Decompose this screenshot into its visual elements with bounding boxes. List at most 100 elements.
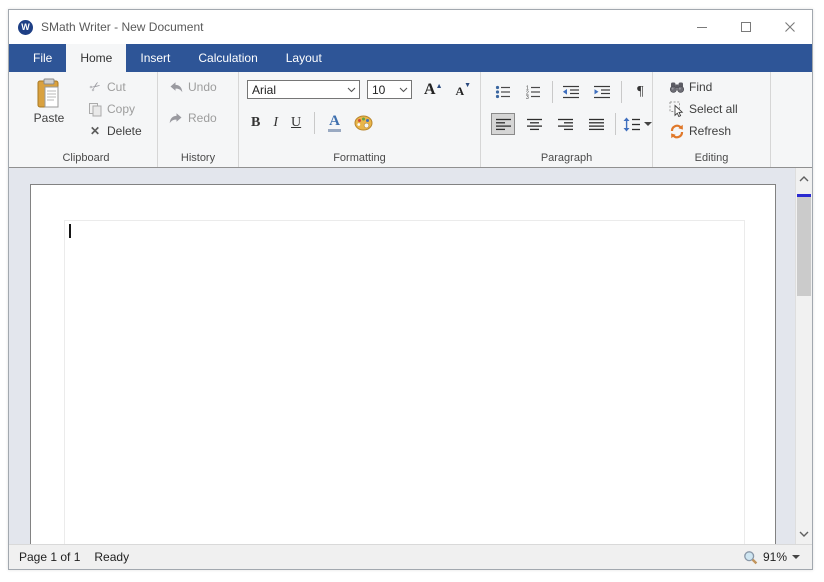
pilcrow-icon: ¶	[637, 84, 643, 100]
font-size-select[interactable]: 10	[367, 80, 412, 99]
maximize-button[interactable]	[724, 10, 768, 44]
font-family-value: Arial	[252, 83, 347, 97]
app-window: W SMath Writer - New Document File Home …	[8, 9, 813, 570]
undo-button[interactable]: Undo	[168, 79, 217, 95]
window-title: SMath Writer - New Document	[41, 20, 204, 34]
history-group-label: History	[158, 150, 238, 167]
cut-icon: ✂	[87, 79, 103, 95]
maximize-icon	[740, 21, 752, 33]
close-icon	[784, 21, 796, 33]
font-color-button[interactable]: A	[328, 114, 341, 132]
redo-button[interactable]: Redo	[168, 110, 217, 126]
font-family-select[interactable]: Arial	[247, 80, 360, 99]
svg-text:3: 3	[526, 95, 529, 99]
shrink-font-button[interactable]: A ▼	[456, 82, 472, 97]
zoom-value: 91%	[763, 550, 787, 564]
tab-insert[interactable]: Insert	[126, 44, 184, 72]
align-center-button[interactable]	[522, 113, 546, 135]
vertical-scrollbar[interactable]	[795, 168, 812, 544]
italic-button[interactable]: I	[273, 115, 278, 131]
numbered-list-icon: 123	[525, 85, 541, 99]
bold-button[interactable]: B	[251, 115, 260, 131]
copy-icon	[87, 101, 103, 117]
document-area	[9, 168, 812, 544]
find-button[interactable]: Find	[669, 79, 738, 95]
refresh-label: Refresh	[689, 124, 731, 138]
ribbon-tab-bar: File Home Insert Calculation Layout	[9, 44, 812, 72]
delete-icon: ✕	[87, 123, 103, 139]
delete-button[interactable]: ✕ Delete	[87, 123, 142, 139]
group-clipboard: Paste ✂ Cut Copy ✕ Delete	[15, 72, 158, 167]
tab-layout[interactable]: Layout	[272, 44, 336, 72]
decrease-indent-button[interactable]	[560, 81, 583, 103]
paragraph-group-label: Paragraph	[481, 150, 652, 167]
minimize-icon	[696, 21, 708, 33]
align-right-icon	[557, 118, 574, 131]
paste-button[interactable]: Paste	[25, 78, 73, 150]
redo-icon	[168, 110, 184, 126]
shrink-font-icon: A	[456, 85, 465, 97]
window-controls	[680, 10, 812, 44]
zoom-control[interactable]: 91%	[743, 550, 800, 565]
title-bar: W SMath Writer - New Document	[9, 10, 812, 44]
refresh-button[interactable]: Refresh	[669, 123, 738, 139]
group-paragraph: 123	[481, 72, 653, 167]
refresh-icon	[669, 123, 685, 139]
decrease-indent-icon	[562, 85, 580, 99]
underline-button[interactable]: U	[291, 115, 301, 131]
justify-button[interactable]	[584, 113, 608, 135]
align-right-button[interactable]	[553, 113, 577, 135]
chevron-up-icon	[799, 176, 809, 182]
document-page[interactable]	[30, 184, 776, 544]
line-spacing-button[interactable]	[623, 117, 652, 132]
numbered-list-button[interactable]: 123	[521, 81, 544, 103]
status-bar: Page 1 of 1 Ready 91%	[9, 544, 812, 569]
editing-group-label: Editing	[653, 150, 770, 167]
undo-icon	[168, 79, 184, 95]
copy-label: Copy	[107, 102, 135, 116]
bullet-list-button[interactable]	[491, 81, 514, 103]
palette-icon	[354, 115, 373, 131]
bullet-list-icon	[495, 85, 511, 99]
group-editing: Find Select all	[653, 72, 771, 167]
separator	[314, 112, 315, 134]
zoom-dropdown-caret[interactable]	[792, 555, 800, 559]
undo-label: Undo	[188, 80, 217, 94]
magnifier-icon	[743, 550, 758, 565]
scroll-down-button[interactable]	[796, 525, 812, 542]
minimize-button[interactable]	[680, 10, 724, 44]
tab-home[interactable]: Home	[66, 44, 126, 72]
close-button[interactable]	[768, 10, 812, 44]
tab-file[interactable]: File	[19, 44, 66, 72]
cut-button[interactable]: ✂ Cut	[87, 79, 142, 95]
select-all-button[interactable]: Select all	[669, 101, 738, 117]
copy-button[interactable]: Copy	[87, 101, 142, 117]
ribbon: Paste ✂ Cut Copy ✕ Delete	[9, 72, 812, 168]
highlight-palette-button[interactable]	[354, 115, 373, 131]
select-all-label: Select all	[689, 102, 738, 116]
increase-indent-icon	[593, 85, 611, 99]
grow-font-icon: A	[424, 83, 436, 97]
line-spacing-icon	[623, 117, 641, 132]
group-formatting: Arial 10 A ▲ A ▼	[239, 72, 481, 167]
align-center-icon	[526, 118, 543, 131]
tab-calculation[interactable]: Calculation	[184, 44, 271, 72]
show-paragraph-marks-button[interactable]: ¶	[629, 81, 652, 103]
align-left-button[interactable]	[491, 113, 515, 135]
scrollbar-thumb[interactable]	[797, 197, 811, 296]
text-region[interactable]	[64, 220, 745, 544]
clipboard-group-label: Clipboard	[15, 150, 157, 167]
paste-icon	[35, 78, 63, 109]
grow-caret-icon: ▲	[436, 83, 443, 90]
grow-font-button[interactable]: A ▲	[424, 83, 443, 97]
align-left-icon	[495, 118, 512, 131]
status-text: Ready	[94, 550, 129, 564]
formatting-group-label: Formatting	[239, 150, 480, 167]
increase-indent-button[interactable]	[590, 81, 613, 103]
cut-label: Cut	[107, 80, 126, 94]
font-size-value: 10	[372, 83, 399, 97]
scroll-up-button[interactable]	[796, 170, 812, 187]
find-icon	[669, 79, 685, 95]
chevron-down-icon	[644, 122, 652, 126]
redo-label: Redo	[188, 111, 217, 125]
